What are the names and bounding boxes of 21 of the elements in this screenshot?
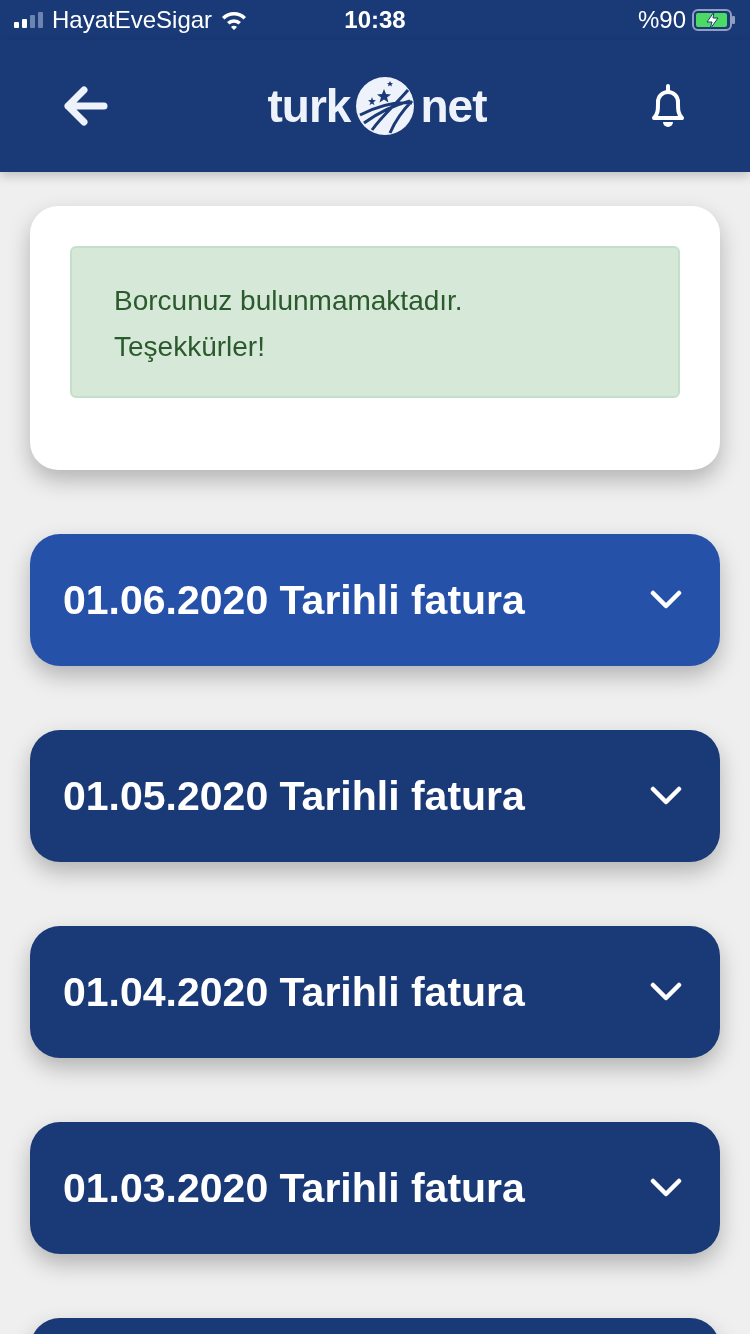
signal-icon: [14, 12, 44, 28]
chevron-down-icon: [650, 1178, 682, 1198]
logo-text: turk: [267, 79, 351, 133]
clock-time: 10:38: [344, 6, 406, 33]
chevron-down-icon: [650, 982, 682, 1002]
alert-message: Teşekkürler!: [114, 330, 266, 364]
invoice-row[interactable]: 01.05.2020 Tarihli fatura: [30, 730, 720, 862]
battery-icon: [692, 9, 736, 31]
invoice-row[interactable]: 01.03.2020 Tarihli fatura: [30, 1122, 720, 1254]
back-button[interactable]: [62, 86, 108, 126]
chevron-down-icon: [650, 786, 682, 806]
carrier-name: HayatEveSigar: [52, 6, 213, 34]
back-arrow-icon: [62, 86, 108, 126]
chevron-down-icon: [650, 590, 682, 610]
globe-icon: [354, 75, 417, 137]
logo-text: net: [420, 79, 487, 133]
invoice-row[interactable]: 01.04.2020 Tarihli fatura: [30, 926, 720, 1058]
wifi-icon: [220, 10, 249, 30]
invoice-row[interactable]: 01.06.2020 Tarihli fatura: [30, 534, 720, 666]
battery-percent: %90: [637, 6, 686, 34]
alert-message: Borcunuz bulunmamaktadır.: [114, 284, 464, 318]
